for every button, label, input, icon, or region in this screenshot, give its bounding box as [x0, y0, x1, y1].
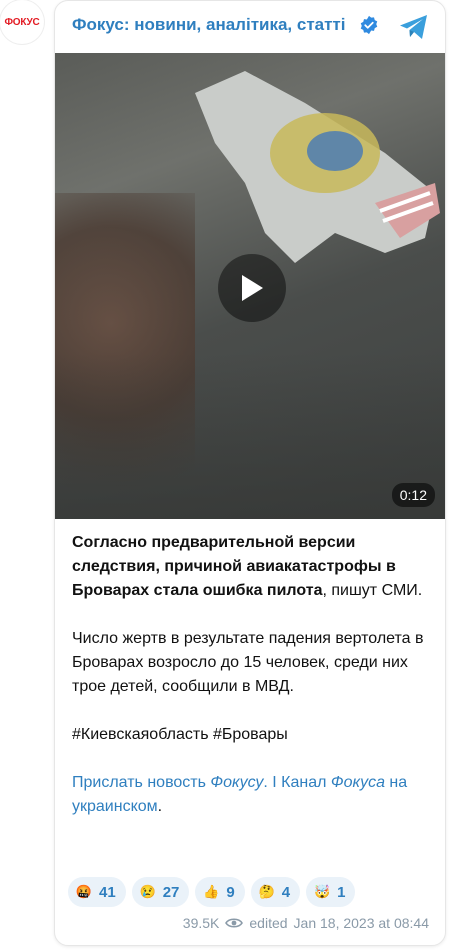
ukrainian-channel-link-italic: Фокуса: [330, 774, 385, 791]
message-card: Фокус: новини, аналітика, статті 0:12 Со…: [54, 0, 446, 946]
send-news-link-italic: Фокусу: [210, 774, 264, 791]
reaction-exploding-head[interactable]: 🤯 1: [306, 877, 356, 907]
exploding-head-icon: 🤯: [313, 884, 331, 899]
reaction-count: 1: [337, 883, 346, 901]
send-news-link[interactable]: Прислать новость Фокусу: [72, 774, 263, 791]
reaction-count: 41: [99, 883, 116, 901]
crying-face-icon: 😢: [139, 884, 156, 899]
thumbs-up-icon: 👍: [203, 884, 220, 899]
paragraph-1-rest: , пишут СМИ.: [322, 582, 423, 599]
hashtags[interactable]: #Киевскаяобласть #Бровары: [72, 723, 434, 747]
reaction-thumbs-up[interactable]: 👍 9: [195, 877, 245, 907]
view-count: 39.5K: [182, 915, 220, 931]
message-header: Фокус: новини, аналітика, статті: [55, 1, 445, 51]
thinking-face-icon: 🤔: [258, 884, 275, 899]
send-news-link-text: Прислать новость: [72, 774, 211, 791]
angry-face-icon: 🤬: [75, 884, 93, 899]
message-meta: 39.5K edited Jan 18, 2023 at 08:44: [183, 915, 429, 931]
play-button[interactable]: [218, 254, 286, 322]
reaction-crying[interactable]: 😢 27: [131, 877, 190, 907]
paragraph-2: Число жертв в результате падения вертоле…: [72, 630, 424, 695]
play-icon: [242, 275, 263, 301]
reaction-thinking[interactable]: 🤔 4: [250, 877, 301, 907]
timestamp: Jan 18, 2023 at 08:44: [293, 915, 429, 931]
video-duration: 0:12: [391, 483, 435, 507]
footer-links: Прислать новость Фокусу. I Канал Фокуса …: [72, 771, 434, 819]
link-end: .: [157, 798, 163, 815]
reactions-bar: 🤬 41 😢 27 👍 9 🤔 4 🤯 1: [68, 877, 356, 907]
video-frame-wreckage: [195, 71, 440, 263]
paragraph-1: Согласно предварительной версии следстви…: [72, 531, 434, 603]
reaction-count: 4: [281, 883, 291, 901]
link-separator: . I Канал: [263, 774, 331, 791]
message-text: Согласно предварительной версии следстви…: [72, 531, 434, 843]
video-player[interactable]: 0:12: [55, 53, 445, 519]
telegram-icon[interactable]: [398, 13, 430, 41]
reaction-count: 9: [226, 883, 235, 901]
channel-avatar[interactable]: ФОКУС: [0, 0, 44, 44]
eye-icon: [225, 918, 244, 928]
edited-label: edited: [249, 915, 288, 931]
channel-name[interactable]: Фокус: новини, аналітика, статті: [72, 15, 346, 35]
video-frame-ground: [55, 353, 445, 519]
reaction-angry[interactable]: 🤬 41: [68, 877, 126, 907]
focus-logo: ФОКУС: [4, 16, 40, 28]
verified-badge-icon: [360, 15, 378, 35]
reaction-count: 27: [162, 883, 180, 901]
